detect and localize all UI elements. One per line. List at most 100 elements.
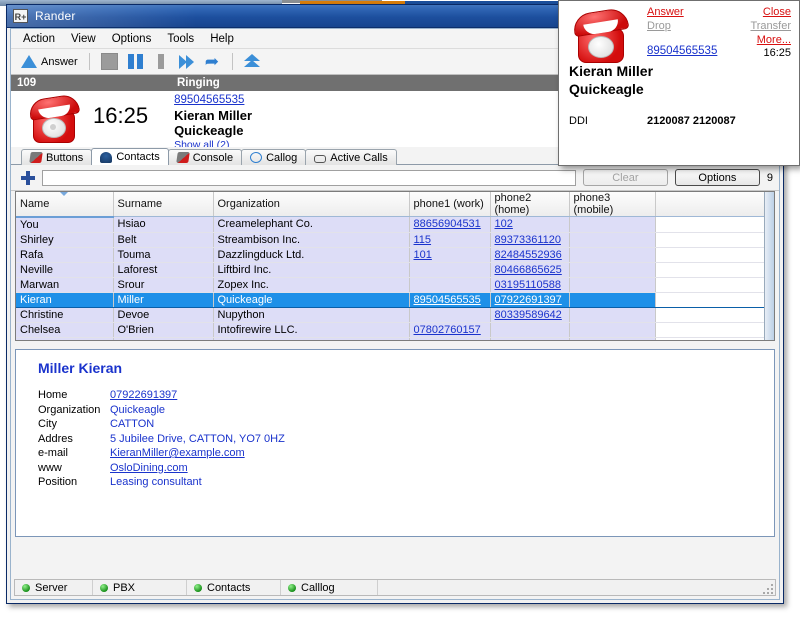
bar-icon[interactable] <box>157 54 164 69</box>
column-header-name[interactable]: Name <box>16 192 114 218</box>
popup-phone-icon <box>569 6 631 65</box>
cell-phone2[interactable]: 80339589642 <box>490 307 570 323</box>
stop-icon[interactable] <box>100 53 118 70</box>
menu-item-action[interactable]: Action <box>15 31 63 47</box>
tab-active-calls[interactable]: Active Calls <box>305 149 397 165</box>
detail-row: Position Leasing consultant <box>38 475 774 490</box>
tab-callog-label: Callog <box>266 151 298 164</box>
detail-row: Addres 5 Jubilee Drive, CATTON, YO7 0HZ <box>38 432 774 447</box>
plus-icon[interactable] <box>21 170 35 185</box>
cell-phone2[interactable]: 03195110588 <box>490 277 570 293</box>
popup-answer-link[interactable]: Answer <box>647 6 684 18</box>
column-header-phone1[interactable]: phone1 (work) <box>409 192 491 217</box>
escalate-up-icon[interactable] <box>243 54 261 69</box>
table-row[interactable]: Christine Devoe Nupython 80339589642 <box>16 307 774 323</box>
cell-phone1[interactable]: 89504565535 <box>409 292 491 308</box>
resize-grip-icon[interactable] <box>761 582 773 594</box>
popup-caller-number[interactable]: 89504565535 <box>647 45 717 57</box>
detail-field-label: Organization <box>38 403 101 416</box>
tab-console[interactable]: Console <box>167 149 243 165</box>
search-input[interactable] <box>42 169 576 186</box>
table-row[interactable]: CandiAndersonHujux Group85178960229 <box>16 337 774 340</box>
cell-organization: Dazzlingduck Ltd. <box>213 247 410 263</box>
options-button[interactable]: Options <box>674 169 760 186</box>
cell-phone2[interactable]: 89373361120 <box>490 232 570 248</box>
cell-surname: Anderson <box>113 337 214 340</box>
cell-phone1[interactable]: 88656904531 <box>409 216 491 233</box>
incoming-call-popup: Answer Drop Close Transfer More... 89504… <box>558 0 800 166</box>
call-timer: 16:25 <box>93 103 149 128</box>
status-pbx[interactable]: PBX <box>93 580 187 595</box>
fast-forward-icon[interactable] <box>178 54 195 69</box>
cell-phone2 <box>490 322 570 338</box>
cell-phone1[interactable]: 07802760157 <box>409 322 491 338</box>
table-row[interactable]: Kieran Miller Quickeagle 89504565535 0792269… <box>16 292 774 308</box>
menu-item-view[interactable]: View <box>63 31 104 47</box>
forward-arrow-icon[interactable]: ➦ <box>205 53 221 70</box>
status-server-label: Server <box>35 581 68 594</box>
column-header-organization[interactable]: Organization <box>213 192 410 217</box>
table-row[interactable]: Chelsea O'Brien Intofirewire LLC. 078027601… <box>16 322 774 338</box>
detail-row: www OsloDining.com <box>38 461 774 476</box>
tab-contacts[interactable]: Contacts <box>91 148 169 165</box>
detail-field-label: City <box>38 418 57 430</box>
cell-phone1[interactable]: 101 <box>409 247 491 263</box>
status-calllog[interactable]: Calllog <box>281 580 378 595</box>
detail-field-value[interactable]: 07922691397 <box>110 388 177 403</box>
cell-phone2[interactable]: 80466865625 <box>490 262 570 278</box>
tab-callog[interactable]: Callog <box>241 149 307 165</box>
cell-phone2[interactable]: 07922691397 <box>490 292 570 308</box>
cell-phone1[interactable]: 115 <box>409 232 491 248</box>
detail-field-label: e-mail <box>38 447 68 459</box>
column-header-phone2[interactable]: phone2 (home) <box>490 192 570 217</box>
menu-item-help[interactable]: Help <box>202 31 242 47</box>
tab-console-label: Console <box>192 151 234 164</box>
cell-name: Christine <box>16 307 114 323</box>
table-row[interactable]: Neville Laforest Liftbird Inc. 80466865625 <box>16 262 774 278</box>
status-server[interactable]: Server <box>15 580 93 595</box>
cell-phone3 <box>569 337 656 340</box>
table-row[interactable]: You Hsiao Creamelephant Co. 88656904531 102 <box>16 216 774 233</box>
cell-phone1[interactable]: 85178960229 <box>409 337 491 340</box>
toolbar-separator-2 <box>231 53 233 70</box>
status-pbx-label: PBX <box>113 581 136 594</box>
popup-close-link[interactable]: Close <box>763 6 791 18</box>
cell-organization: Zopex Inc. <box>213 277 410 293</box>
detail-field-value[interactable]: OsloDining.com <box>110 461 188 476</box>
cell-phone2[interactable]: 102 <box>490 216 570 233</box>
table-vertical-scrollbar[interactable] <box>764 192 774 340</box>
popup-more-link[interactable]: More... <box>757 34 791 46</box>
status-ok-icon <box>288 583 296 592</box>
cell-phone1 <box>409 262 491 278</box>
detail-field-value[interactable]: KieranMiller@example.com <box>110 446 245 461</box>
status-contacts[interactable]: Contacts <box>187 580 281 595</box>
cell-organization: Nupython <box>213 307 410 323</box>
pause-icon[interactable] <box>127 54 143 69</box>
cell-phone2[interactable]: 82484552936 <box>490 247 570 263</box>
clear-button[interactable]: Clear <box>582 169 668 186</box>
cell-phone1 <box>409 277 491 293</box>
call-caller-org: Quickeagle <box>174 123 244 138</box>
table-row[interactable]: Marwan Srour Zopex Inc. 03195110588 <box>16 277 774 293</box>
table-row[interactable]: Shirley Belt Streambison Inc. 115 8937336112… <box>16 232 774 248</box>
column-header-phone3[interactable]: phone3 (mobile) <box>569 192 656 217</box>
cell-filler <box>655 216 774 233</box>
tab-buttons[interactable]: Buttons <box>21 149 93 165</box>
cell-phone3 <box>569 292 656 308</box>
detail-field-label: Home <box>38 389 68 401</box>
menu-item-options[interactable]: Options <box>104 31 160 47</box>
table-row[interactable]: Rafa Touma Dazzlingduck Ltd. 101 82484552936 <box>16 247 774 263</box>
menu-item-tools[interactable]: Tools <box>159 31 202 47</box>
column-header-surname[interactable]: Surname <box>113 192 214 217</box>
popup-drop-link[interactable]: Drop <box>647 20 671 32</box>
answer-button[interactable]: Answer <box>16 54 83 69</box>
cell-surname: Miller <box>113 292 214 308</box>
cell-name: Neville <box>16 262 114 278</box>
cell-name: Chelsea <box>16 322 114 338</box>
cell-phone3 <box>569 216 656 233</box>
tab-buttons-label: Buttons <box>46 151 84 164</box>
cell-phone3 <box>569 277 656 293</box>
call-number-link[interactable]: 89504565535 <box>174 93 252 108</box>
popup-transfer-link[interactable]: Transfer <box>750 20 791 32</box>
cell-filler <box>655 247 774 263</box>
